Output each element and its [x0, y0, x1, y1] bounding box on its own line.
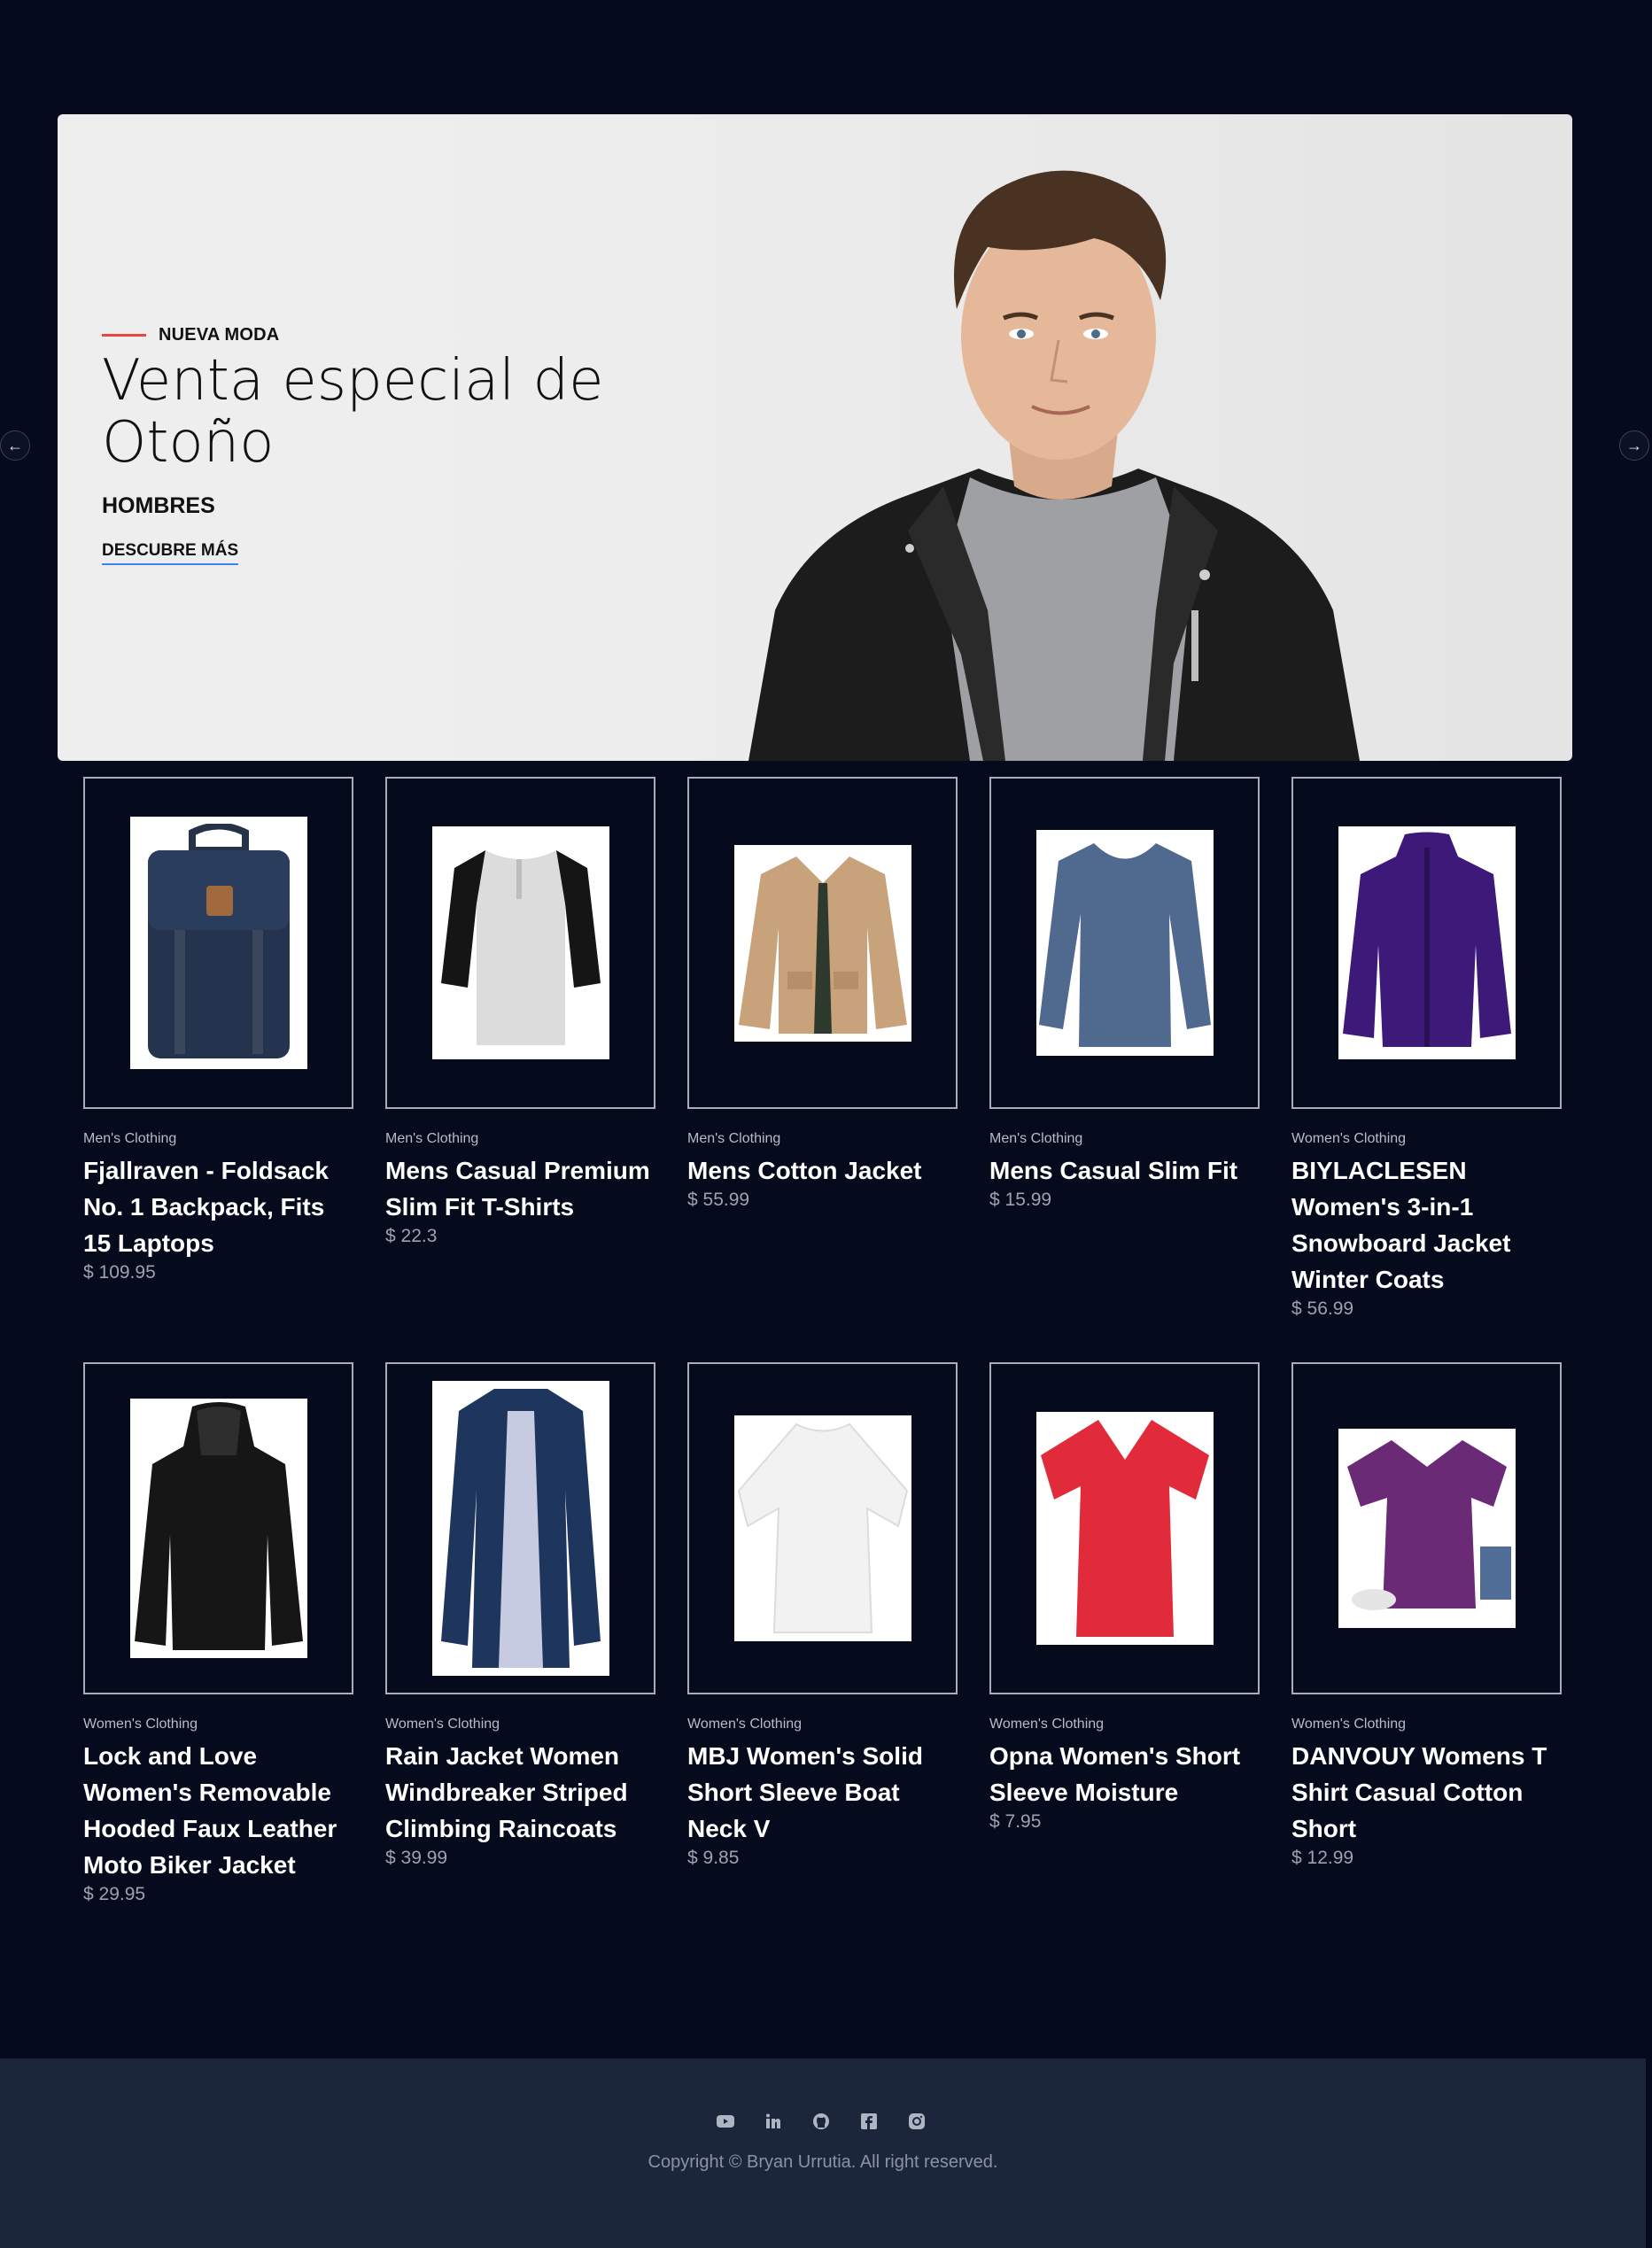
product-row: Men's Clothing Fjallraven - Foldsack No.…: [83, 777, 1564, 1362]
arrow-left-icon: ←: [7, 436, 23, 454]
product-row: Women's Clothing Lock and Love Women's R…: [83, 1362, 1564, 1948]
product-name[interactable]: Mens Casual Premium Slim Fit T-Shirts: [385, 1152, 655, 1225]
product-category: Women's Clothing: [1291, 1717, 1407, 1732]
hero-banner: NUEVA MODA Venta especial de Otoño HOMBR…: [58, 114, 1572, 761]
hero-title: Venta especial de Otoño: [102, 348, 604, 476]
product-image-frame[interactable]: [687, 1362, 958, 1694]
product-image-frame[interactable]: [1291, 1362, 1562, 1694]
social-links: [716, 2112, 927, 2131]
github-icon[interactable]: [811, 2112, 831, 2131]
instagram-icon[interactable]: [907, 2112, 927, 2131]
product-card[interactable]: Women's Clothing MBJ Women's Solid Short…: [687, 1362, 958, 1869]
product-price: $ 22.3: [385, 1226, 438, 1246]
copyright-text: Copyright © Bryan Urrutia. All right res…: [648, 2152, 998, 2172]
product-price: $ 39.99: [385, 1848, 448, 1868]
product-category: Women's Clothing: [1291, 1131, 1407, 1146]
product-image-frame[interactable]: [1291, 777, 1562, 1109]
product-price: $ 7.95: [989, 1811, 1042, 1832]
hero-eyebrow: NUEVA MODA: [102, 325, 279, 345]
product-card[interactable]: Men's Clothing Fjallraven - Foldsack No.…: [83, 777, 353, 1283]
product-price: $ 55.99: [687, 1190, 750, 1210]
product-image-long-sleeve-shirt: [1035, 830, 1214, 1056]
product-category: Women's Clothing: [83, 1717, 198, 1732]
product-category: Women's Clothing: [989, 1717, 1105, 1732]
hero-eyebrow-label: NUEVA MODA: [159, 325, 280, 345]
product-name[interactable]: Opna Women's Short Sleeve Moisture: [989, 1738, 1260, 1810]
arrow-right-icon: →: [1626, 436, 1642, 454]
product-card[interactable]: Men's Clothing Mens Casual Premium Slim …: [385, 777, 655, 1247]
product-category: Men's Clothing: [385, 1131, 479, 1146]
product-category: Women's Clothing: [687, 1717, 803, 1732]
product-name[interactable]: BIYLACLESEN Women's 3-in-1 Snowboard Jac…: [1291, 1152, 1562, 1298]
product-image-snowboard-jacket: [1338, 826, 1516, 1059]
product-image-red-tshirt: [1035, 1412, 1214, 1645]
product-image-frame[interactable]: [83, 777, 353, 1109]
product-price: $ 109.95: [83, 1262, 156, 1283]
discover-more-link[interactable]: DESCUBRE MÁS: [102, 541, 239, 565]
youtube-icon[interactable]: [716, 2112, 735, 2131]
product-card[interactable]: Men's Clothing Mens Casual Slim Fit $ 15…: [989, 777, 1260, 1211]
product-price: $ 29.95: [83, 1884, 146, 1904]
product-image-frame[interactable]: [989, 777, 1260, 1109]
hero-subtitle: HOMBRES: [102, 493, 215, 518]
product-image-purple-tshirt: [1338, 1429, 1516, 1628]
product-image-frame[interactable]: [989, 1362, 1260, 1694]
accent-line: [102, 334, 146, 337]
product-category: Men's Clothing: [989, 1131, 1083, 1146]
footer: Copyright © Bryan Urrutia. All right res…: [0, 2058, 1646, 2248]
product-card[interactable]: Men's Clothing Mens Cotton Jacket $ 55.9…: [687, 777, 958, 1211]
product-image-backpack: [129, 817, 307, 1069]
product-image-frame[interactable]: [385, 777, 655, 1109]
product-price: $ 9.85: [687, 1848, 740, 1868]
product-name[interactable]: Lock and Love Women's Removable Hooded F…: [83, 1738, 353, 1883]
product-name[interactable]: Mens Cotton Jacket: [687, 1152, 958, 1189]
product-category: Men's Clothing: [687, 1131, 781, 1146]
product-card[interactable]: Women's Clothing BIYLACLESEN Women's 3-i…: [1291, 777, 1562, 1320]
product-image-cotton-jacket: [733, 844, 911, 1042]
hero-model-image: [748, 170, 1360, 761]
product-name[interactable]: Rain Jacket Women Windbreaker Striped Cl…: [385, 1738, 655, 1847]
product-price: $ 12.99: [1291, 1848, 1354, 1868]
product-name[interactable]: Mens Casual Slim Fit: [989, 1152, 1260, 1189]
product-price: $ 15.99: [989, 1190, 1052, 1210]
carousel-next-button[interactable]: →: [1619, 430, 1649, 461]
product-card[interactable]: Women's Clothing Opna Women's Short Slee…: [989, 1362, 1260, 1833]
product-category: Men's Clothing: [83, 1131, 177, 1146]
product-name[interactable]: DANVOUY Womens T Shirt Casual Cotton Sho…: [1291, 1738, 1562, 1847]
product-card[interactable]: Women's Clothing DANVOUY Womens T Shirt …: [1291, 1362, 1562, 1869]
product-image-frame[interactable]: [687, 777, 958, 1109]
product-name[interactable]: Fjallraven - Foldsack No. 1 Backpack, Fi…: [83, 1152, 353, 1261]
product-name[interactable]: MBJ Women's Solid Short Sleeve Boat Neck…: [687, 1738, 958, 1847]
product-card[interactable]: Women's Clothing Lock and Love Women's R…: [83, 1362, 353, 1905]
product-image-frame[interactable]: [83, 1362, 353, 1694]
product-category: Women's Clothing: [385, 1717, 500, 1732]
product-grid: Men's Clothing Fjallraven - Foldsack No.…: [83, 777, 1564, 1948]
facebook-icon[interactable]: [859, 2112, 879, 2131]
product-image-rain-jacket: [431, 1381, 609, 1676]
product-card[interactable]: Women's Clothing Rain Jacket Women Windb…: [385, 1362, 655, 1869]
product-image-white-top: [733, 1415, 911, 1641]
carousel-prev-button[interactable]: ←: [0, 430, 30, 461]
linkedin-icon[interactable]: [764, 2112, 783, 2131]
product-image-leather-jacket: [129, 1399, 307, 1658]
product-price: $ 56.99: [1291, 1298, 1354, 1319]
product-image-frame[interactable]: [385, 1362, 655, 1694]
product-image-raglan-shirt: [431, 826, 609, 1059]
